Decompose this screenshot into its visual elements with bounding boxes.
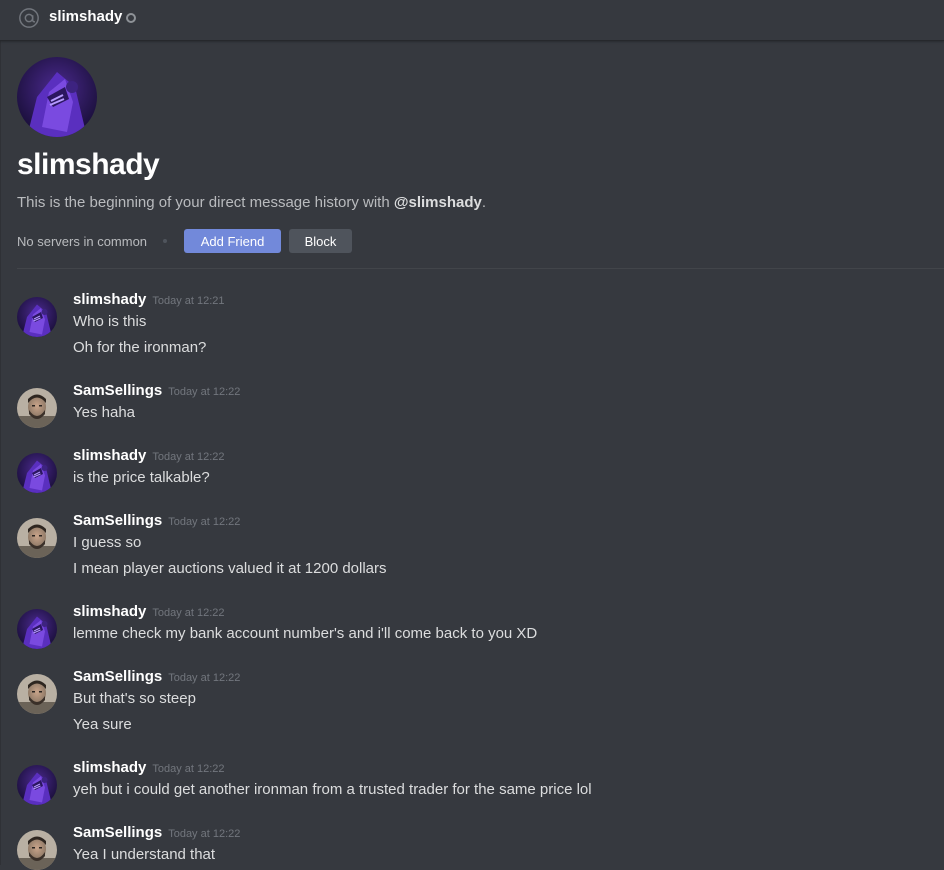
message-text: I mean player auctions valued it at 1200… (73, 560, 387, 577)
message-text: Yea I understand that (73, 846, 216, 863)
message-author[interactable]: SamSellings (73, 668, 162, 685)
separator-dot (163, 239, 167, 243)
intro-avatar[interactable] (17, 57, 97, 137)
avatar[interactable] (17, 388, 57, 428)
message-timestamp: Today at 12:22 (168, 828, 241, 840)
message-timestamp: Today at 12:22 (152, 451, 225, 463)
avatar[interactable] (17, 297, 57, 337)
message-timestamp: Today at 12:22 (168, 386, 241, 398)
message-timestamp: Today at 12:21 (152, 295, 225, 307)
avatar[interactable] (17, 830, 57, 870)
message-timestamp: Today at 12:22 (168, 672, 241, 684)
avatar[interactable] (17, 674, 57, 714)
avatar[interactable] (17, 453, 57, 493)
add-friend-button[interactable]: Add Friend (184, 229, 281, 253)
message-text: Who is this (73, 313, 147, 330)
intro-text-prefix: This is the beginning of your direct mes… (17, 194, 394, 211)
block-button[interactable]: Block (289, 229, 352, 253)
avatar[interactable] (17, 609, 57, 649)
message-text: yeh but i could get another ironman from… (73, 781, 592, 798)
message-author[interactable]: SamSellings (73, 382, 162, 399)
message-author[interactable]: slimshady (73, 447, 146, 464)
message-text: Yes haha (73, 404, 136, 421)
intro-description: This is the beginning of your direct mes… (17, 194, 486, 211)
message-timestamp: Today at 12:22 (168, 516, 241, 528)
mutual-servers-label: No servers in common (17, 234, 148, 249)
header-username: slimshady (49, 8, 123, 25)
avatar[interactable] (17, 518, 57, 558)
intro-username: slimshady (17, 148, 160, 181)
message-timestamp: Today at 12:22 (152, 607, 225, 619)
at-sign-icon (19, 8, 39, 28)
message-author[interactable]: slimshady (73, 603, 146, 620)
message-author[interactable]: slimshady (73, 759, 146, 776)
intro-handle: @slimshady (393, 194, 482, 211)
message-text: Yea sure (73, 716, 132, 733)
message-text: lemme check my bank account number's and… (73, 625, 538, 642)
avatar[interactable] (17, 765, 57, 805)
message-author[interactable]: SamSellings (73, 512, 162, 529)
message-text: Oh for the ironman? (73, 339, 207, 356)
message-author[interactable]: slimshady (73, 291, 146, 308)
message-text: is the price talkable? (73, 469, 210, 486)
channel-header: slimshady (0, 0, 944, 41)
message-author[interactable]: SamSellings (73, 824, 162, 841)
message-text: I guess so (73, 534, 142, 551)
message-text: But that's so steep (73, 690, 196, 707)
channel-edge (0, 41, 1, 865)
history-divider (17, 268, 944, 269)
intro-text-suffix: . (481, 194, 487, 211)
message-timestamp: Today at 12:22 (152, 763, 225, 775)
offline-status-icon (126, 13, 136, 23)
